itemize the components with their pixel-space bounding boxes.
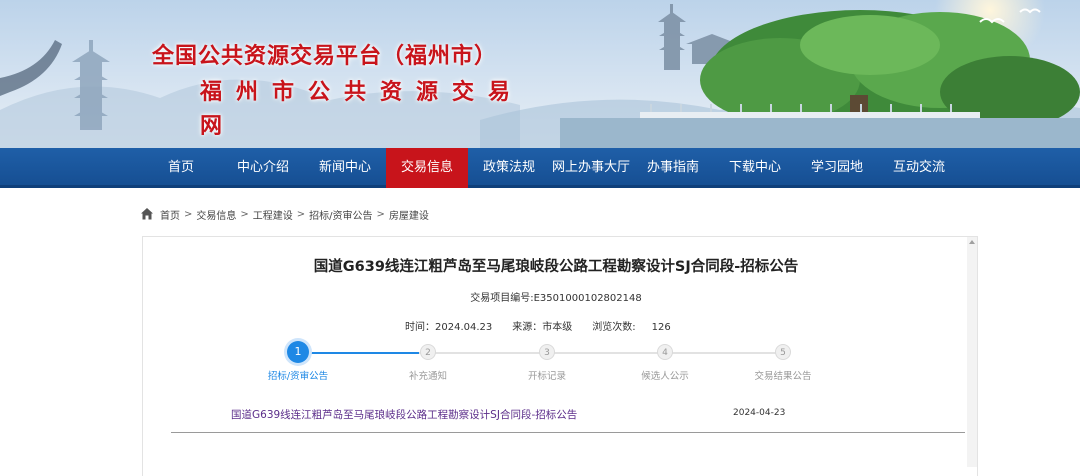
nav-item-interaction[interactable]: 互动交流 [878,148,960,188]
main-nav: 首页 中心介绍 新闻中心 交易信息 政策法规 网上办事大厅 办事指南 下载中心 … [0,148,1080,188]
step-number: 4 [657,344,673,360]
main-nav-items: 首页 中心介绍 新闻中心 交易信息 政策法规 网上办事大厅 办事指南 下载中心 … [140,148,960,188]
nav-item-online-hall[interactable]: 网上办事大厅 [550,148,632,188]
step-supplement-notice[interactable]: 2 补充通知 [378,341,478,382]
announcement-panel: 国道G639线连江粗芦岛至马尾琅岐段公路工程勘察设计SJ合同段-招标公告 交易项… [142,236,978,476]
breadcrumb-trade-info[interactable]: 交易信息 [196,207,236,222]
step-candidate-notice[interactable]: 4 候选人公示 [615,341,715,382]
nav-item-trade-info[interactable]: 交易信息 [386,148,468,188]
step-label: 招标/资审公告 [267,371,329,382]
project-number: 交易项目编号:E3501000102802148 [470,293,642,304]
breadcrumb: 首页 > 交易信息 > 工程建设 > 招标/资审公告 > 房屋建设 [140,205,429,223]
step-number: 3 [539,344,555,360]
source-label: 来源： [512,322,543,333]
view-count-label: 浏览次数: [592,322,636,333]
nav-item-news[interactable]: 新闻中心 [304,148,386,188]
announcement-meta: 时间：2024.04.23 来源：市本级 浏览次数: 126 [405,318,691,333]
step-tender-notice[interactable]: 1 招标/资审公告 [248,341,348,382]
publish-time-label: 时间： [405,322,435,333]
list-item-date: 2024-04-23 [733,408,786,418]
nav-item-learning[interactable]: 学习园地 [796,148,878,188]
breadcrumb-separator: > [296,208,306,220]
step-label: 补充通知 [408,371,447,382]
process-stepper: 1 招标/资审公告 2 补充通知 3 开标记录 4 候选人公示 5 交易结果公告 [143,341,969,382]
publish-time: 时间：2024.04.23 [405,318,492,333]
view-count-value: 126 [651,322,671,333]
home-icon[interactable] [140,207,154,221]
source-value: 市本级 [542,322,573,333]
breadcrumb-building[interactable]: 房屋建设 [389,207,429,222]
nav-item-guide[interactable]: 办事指南 [632,148,714,188]
announcement-title: 国道G639线连江粗芦岛至马尾琅岐段公路工程勘察设计SJ合同段-招标公告 [313,259,799,275]
site-title-line1: 全国公共资源交易平台（福州市） [152,44,498,69]
source: 来源：市本级 [512,318,572,333]
site-title: 全国公共资源交易平台（福州市） 福州市公共资源交易网 [152,40,542,144]
nav-item-download[interactable]: 下载中心 [714,148,796,188]
step-label: 交易结果公告 [754,371,812,382]
list-item-link[interactable]: 国道G639线连江粗芦岛至马尾琅岐段公路工程勘察设计SJ合同段-招标公告 [231,407,711,422]
breadcrumb-separator: > [376,208,385,220]
scroll-up-arrow-icon[interactable] [969,240,975,244]
breadcrumb-home[interactable]: 首页 [160,207,180,222]
breadcrumb-separator: > [184,208,193,220]
step-label: 候选人公示 [641,371,689,382]
publish-time-value: 2024.04.23 [435,322,493,333]
breadcrumb-separator: > [240,208,249,220]
breadcrumb-tender-notice[interactable]: 招标/资审公告 [309,207,372,222]
step-result-notice[interactable]: 5 交易结果公告 [733,341,833,382]
nav-item-home[interactable]: 首页 [140,148,222,188]
step-number: 2 [420,344,436,360]
view-count: 浏览次数: 126 [592,318,670,333]
site-banner: 全国公共资源交易平台（福州市） 福州市公共资源交易网 [0,0,1080,148]
step-label: 开标记录 [527,371,566,382]
nav-item-about[interactable]: 中心介绍 [222,148,304,188]
list-item: 国道G639线连江粗芦岛至马尾琅岐段公路工程勘察设计SJ合同段-招标公告 202… [171,407,965,433]
step-bid-opening[interactable]: 3 开标记录 [497,341,597,382]
step-number: 1 [287,341,309,363]
site-title-line2: 福州市公共资源交易网 [200,80,525,139]
step-number: 5 [775,344,791,360]
nav-item-policy[interactable]: 政策法规 [468,148,550,188]
breadcrumb-engineering[interactable]: 工程建设 [253,207,293,222]
